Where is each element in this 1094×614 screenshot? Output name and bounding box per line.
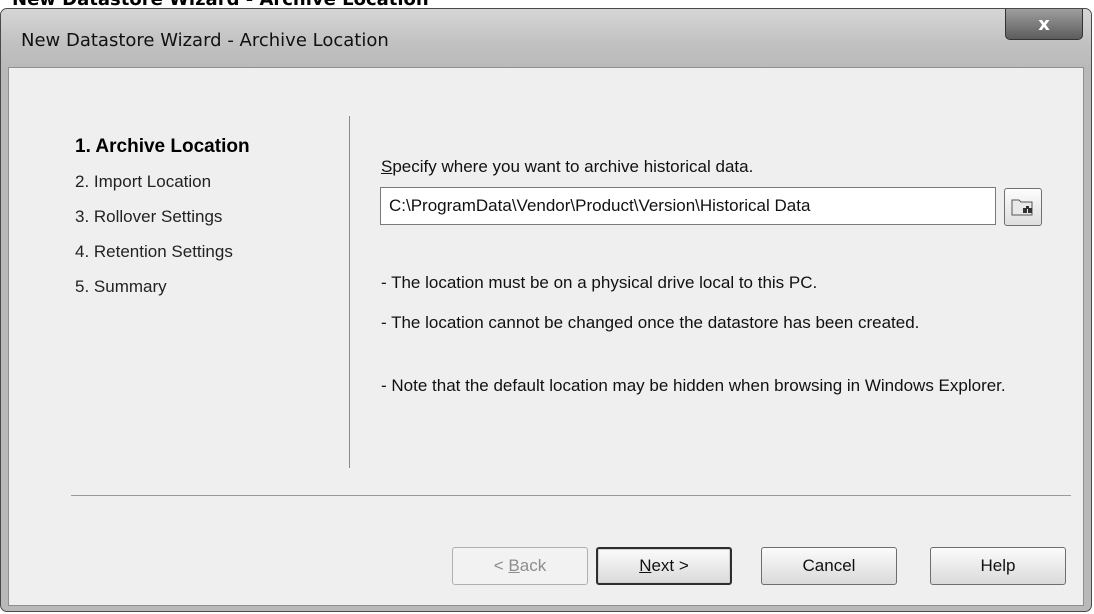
heading-text: pecify where you want to archive histori…: [392, 157, 754, 176]
next-label-rest: ext >: [651, 556, 689, 575]
window-title: New Datastore Wizard - Archive Location: [21, 30, 389, 51]
step-list: 1. Archive Location 2. Import Location 3…: [75, 129, 250, 304]
help-button[interactable]: Help: [930, 547, 1066, 585]
note-hidden-location: - Note that the default location may be …: [381, 376, 1006, 395]
folder-search-icon: [1011, 199, 1033, 216]
accelerator-s: S: [381, 157, 393, 176]
wizard-body: 1. Archive Location 2. Import Location 3…: [8, 67, 1084, 606]
step-archive-location: 1. Archive Location: [75, 136, 250, 157]
back-accelerator: B: [508, 556, 520, 575]
note-cannot-change: - The location cannot be changed once th…: [381, 313, 920, 332]
next-button[interactable]: Next >: [596, 547, 732, 585]
note-physical-drive: - The location must be on a physical dri…: [381, 273, 818, 292]
title-bar[interactable]: New Datastore Wizard - Archive Location …: [1, 9, 1091, 67]
horizontal-divider: [71, 495, 1071, 496]
back-button[interactable]: < Back: [452, 547, 588, 585]
archive-location-label: Specify where you want to archive histor…: [381, 157, 753, 177]
back-label-prefix: <: [493, 556, 509, 575]
browse-button[interactable]: [1004, 188, 1042, 226]
vertical-divider: [349, 116, 350, 468]
step-retention-settings: 4. Retention Settings: [75, 242, 233, 261]
archive-path-input[interactable]: [380, 187, 996, 225]
step-rollover-settings: 3. Rollover Settings: [75, 207, 223, 226]
close-button[interactable]: x: [1005, 9, 1083, 40]
back-label-rest: ack: [519, 556, 547, 575]
step-summary: 5. Summary: [75, 277, 167, 296]
cancel-button[interactable]: Cancel: [761, 547, 897, 585]
close-icon: x: [1038, 13, 1050, 35]
wizard-window: New Datastore Wizard - Archive Location …: [0, 8, 1092, 612]
step-import-location: 2. Import Location: [75, 172, 212, 191]
next-accelerator: N: [639, 556, 652, 575]
